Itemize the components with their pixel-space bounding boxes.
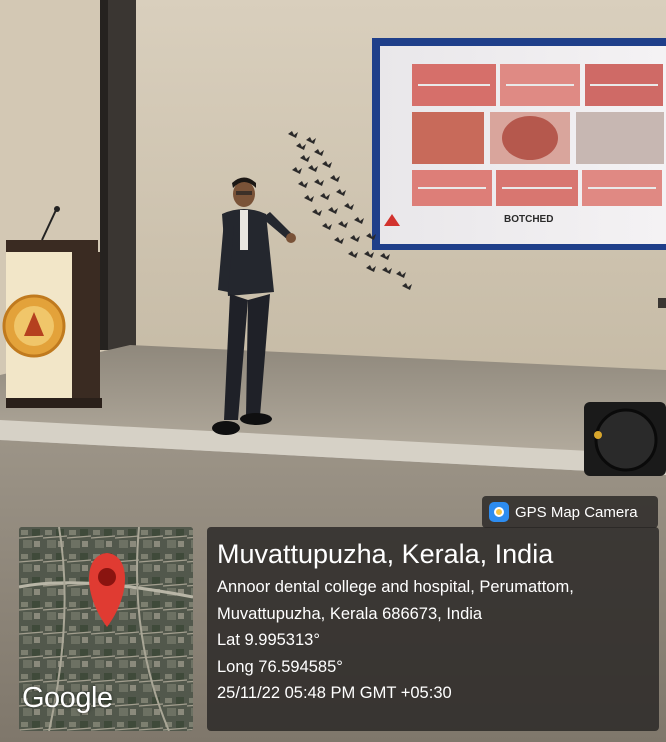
app-label: GPS Map Camera <box>515 503 638 521</box>
address-line-1: Annoor dental college and hospital, Peru… <box>217 578 574 596</box>
timestamp: 25/11/22 05:48 PM GMT +05:30 <box>217 684 452 702</box>
google-logo: Google <box>22 682 113 714</box>
location-info-box: Muvattupuzha, Kerala, India Annoor denta… <box>207 527 659 731</box>
longitude: Long 76.594585° <box>217 657 343 676</box>
map-thumbnail: Google <box>19 527 193 731</box>
gps-map-camera-icon <box>489 502 509 522</box>
photo-frame: BOTCHED GPS Map Camera Google Muvattupuz… <box>0 0 666 742</box>
slide-label: BOTCHED <box>504 214 553 225</box>
place-title: Muvattupuzha, Kerala, India <box>217 539 554 569</box>
latitude: Lat 9.995313° <box>217 631 320 649</box>
loudspeaker <box>584 402 666 476</box>
gps-map-camera-badge: GPS Map Camera <box>482 496 658 528</box>
address-line-2: Muvattupuzha, Kerala 686673, India <box>217 604 483 623</box>
